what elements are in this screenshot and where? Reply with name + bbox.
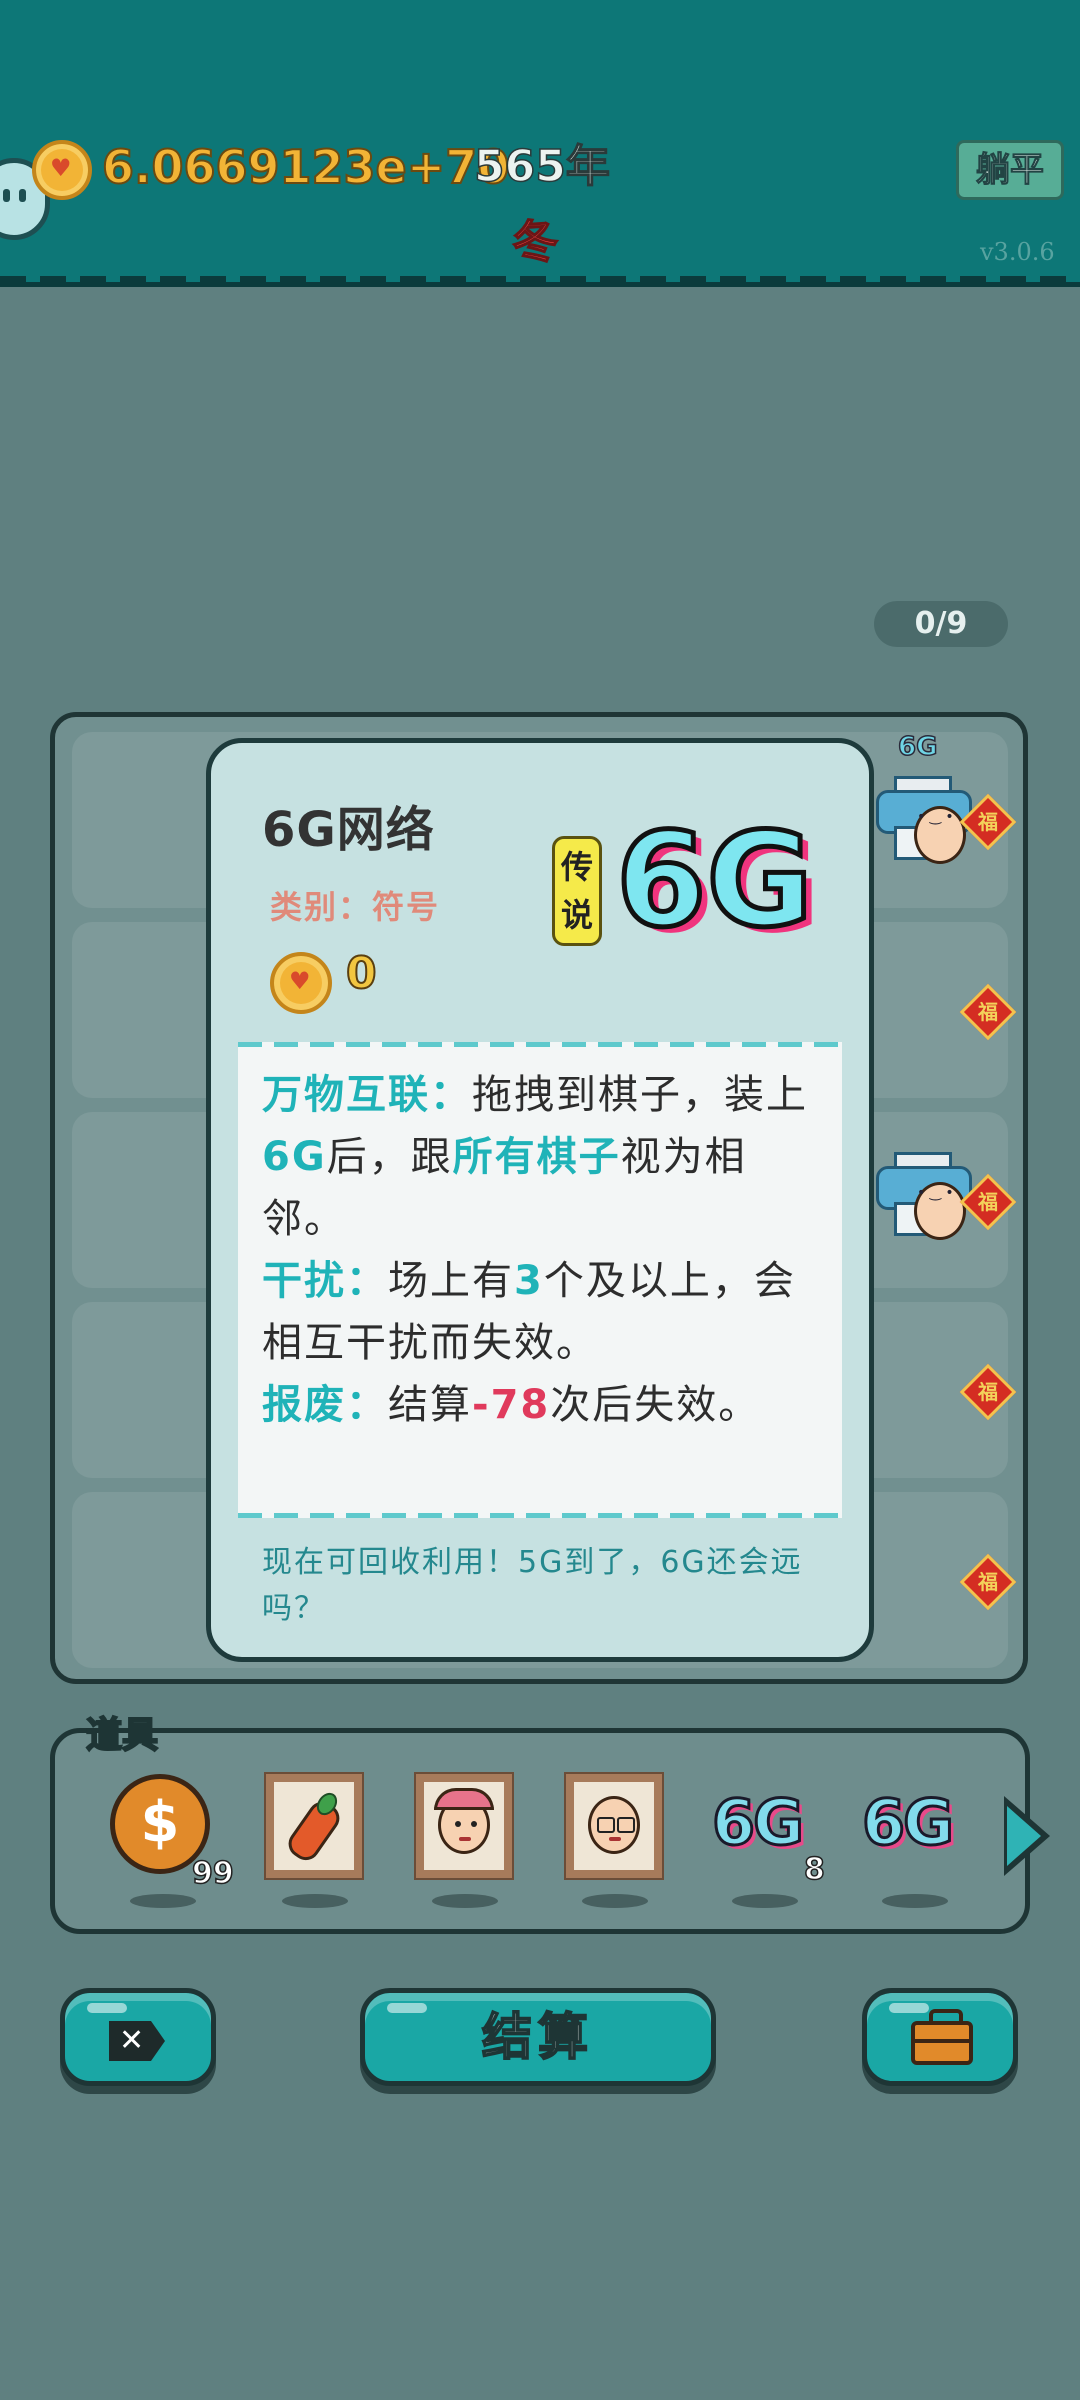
settle-button[interactable]: 结算: [360, 1988, 716, 2086]
printer-icon[interactable]: • ‿ •: [876, 1152, 972, 1240]
season-label: 冬: [510, 213, 561, 272]
carrot-icon[interactable]: [266, 1774, 362, 1878]
lie-flat-button[interactable]: 躺平: [956, 140, 1064, 200]
card-category: 类别：符号: [270, 888, 441, 926]
coin-icon: ♥: [270, 952, 332, 1014]
printer-6g-tag: 6G: [897, 731, 938, 763]
version-label: v3.0.6: [980, 238, 1055, 266]
card-title: 6G网络: [262, 802, 435, 858]
piece-counter: 0/9: [874, 601, 1008, 647]
desc-bottom-dash: [238, 1513, 842, 1518]
bald-man-portrait-icon[interactable]: [566, 1774, 662, 1878]
desc-top-dash: [238, 1042, 842, 1047]
6g-logo: 6G: [613, 802, 815, 959]
6g-item-icon[interactable]: 6G: [860, 1785, 955, 1861]
close-icon: ✕: [109, 2021, 165, 2061]
coin-icon: ♥: [32, 140, 92, 200]
bag-button[interactable]: [862, 1988, 1018, 2086]
settle-label: 结算: [481, 2007, 594, 2067]
card-flavor-text: 现在可回收利用！5G到了，6G还会远吗？: [262, 1545, 803, 1626]
card-price: 0: [345, 947, 378, 1000]
rarity-badge: 传说: [552, 836, 602, 946]
6g-item-icon[interactable]: 6G: [710, 1785, 805, 1861]
items-label: 道具: [85, 1714, 159, 1757]
coin-balance: 6.0669123e+70: [101, 139, 510, 195]
coin-item-count: 99: [191, 1855, 234, 1892]
next-arrow-fill: [1007, 1806, 1041, 1866]
card-description: 万物互联：拖拽到棋子，装上6G后，跟所有棋子视为相邻。 干扰：场上有3个及以上，会…: [262, 1072, 808, 1428]
year-label: 565年: [473, 140, 610, 193]
6g-item-count: 8: [803, 1851, 825, 1888]
header-divider: [0, 276, 1080, 282]
printer-icon[interactable]: • ‿ •: [876, 776, 972, 864]
pink-hair-portrait-icon[interactable]: [416, 1774, 512, 1878]
close-button[interactable]: ✕: [60, 1988, 216, 2086]
